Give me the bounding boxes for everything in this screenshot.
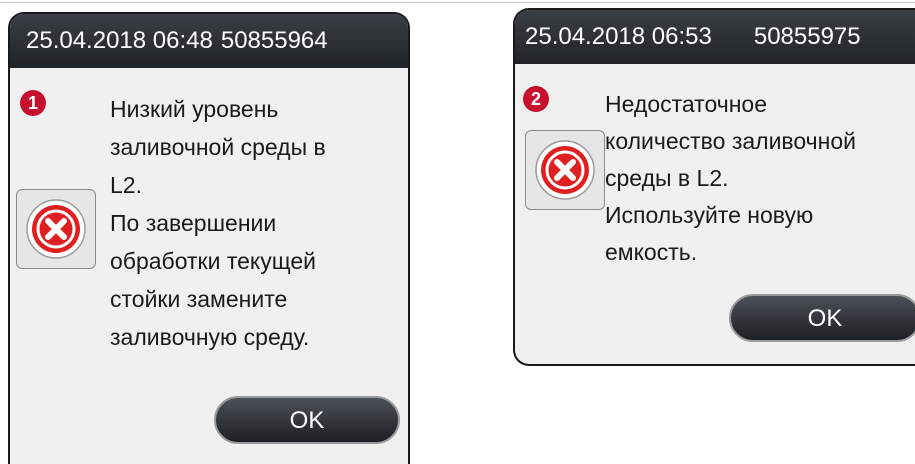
message-line: количество заливочной (605, 128, 857, 154)
message-line: стойки замените (110, 286, 288, 312)
message-line: Низкий уровень (110, 96, 279, 122)
dialog-message-id: 50855964 (220, 27, 328, 54)
error-x-icon (525, 130, 605, 210)
error-dialog-2: 25.04.2018 06:53 50855975 2 Недостаточное… (513, 8, 915, 366)
error-x-icon (16, 189, 96, 269)
dialog-timestamp: 25.04.2018 06:48 (26, 27, 213, 54)
message-line: обработки текущей (110, 248, 317, 274)
message-line: емкость. (605, 239, 698, 265)
dialog-title-bar: 25.04.2018 06:53 50855975 (515, 10, 915, 64)
dialog-timestamp: 25.04.2018 06:53 (525, 23, 712, 50)
dialog-message: Низкий уровень заливочной среды в L2. По… (110, 90, 408, 356)
message-line: L2. (110, 172, 142, 198)
error-dialog-1: 25.04.2018 06:48 50855964 1 Низкий уровен… (8, 12, 410, 464)
top-divider-line (0, 2, 915, 3)
message-line: заливочной среды в (110, 134, 326, 160)
ok-button[interactable]: OK (214, 396, 400, 444)
message-line: По завершении (110, 210, 277, 236)
dialog-title-bar: 25.04.2018 06:48 50855964 (10, 14, 408, 68)
dialog-number-badge: 1 (20, 90, 46, 116)
message-line: среды в L2. (605, 165, 729, 191)
message-line: Используйте новую (605, 202, 814, 228)
ok-button[interactable]: OK (729, 294, 915, 342)
message-line: Недостаточное (605, 91, 767, 117)
dialog-message: Недостаточное количество заливочной сред… (605, 86, 915, 271)
message-line: заливочную среду. (110, 324, 310, 350)
dialog-message-id: 50855975 (753, 23, 861, 50)
dialog-number-badge: 2 (523, 86, 549, 112)
